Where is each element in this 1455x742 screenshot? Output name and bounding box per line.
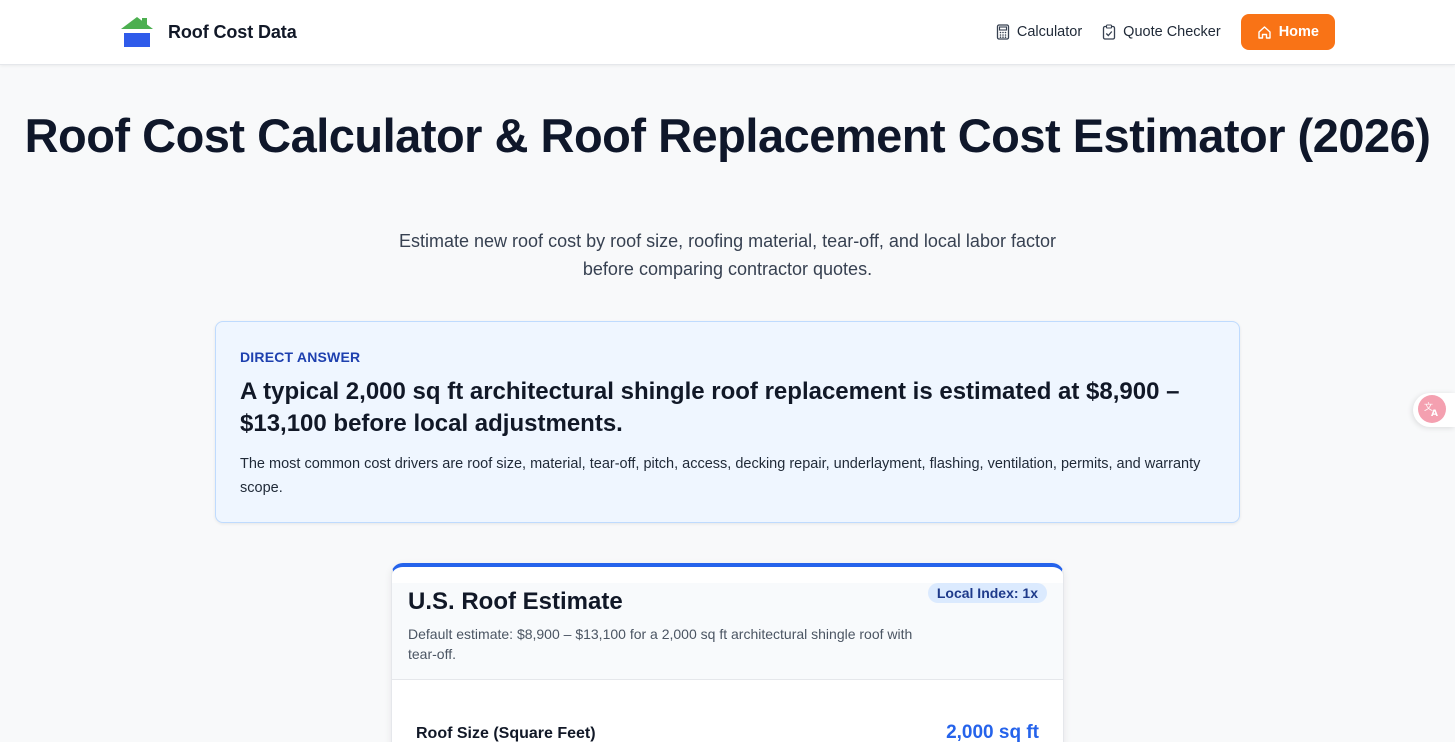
site-header: Roof Cost Data Calculator Quote Checker <box>0 0 1455 65</box>
direct-answer-box: DIRECT ANSWER A typical 2,000 sq ft arch… <box>215 321 1240 523</box>
home-button-label: Home <box>1278 24 1319 40</box>
main-nav: Calculator Quote Checker Home <box>996 14 1335 50</box>
brand-link[interactable]: Roof Cost Data <box>120 16 297 48</box>
roof-size-label: Roof Size (Square Feet) <box>416 725 596 742</box>
page-subtitle: Estimate new roof cost by roof size, roo… <box>399 231 1056 279</box>
estimate-card: U.S. Roof Estimate Default estimate: $8,… <box>391 563 1064 742</box>
brand-name: Roof Cost Data <box>168 21 297 42</box>
clipboard-check-icon <box>1103 24 1116 40</box>
direct-answer-eyebrow: DIRECT ANSWER <box>240 349 361 365</box>
svg-text:A: A <box>1431 409 1438 418</box>
estimate-card-description: Default estimate: $8,900 – $13,100 for a… <box>408 626 913 662</box>
home-icon <box>1258 25 1271 39</box>
estimate-card-title: U.S. Roof Estimate <box>408 588 623 615</box>
estimate-card-header: U.S. Roof Estimate Default estimate: $8,… <box>392 583 1063 680</box>
nav-quote-checker[interactable]: Quote Checker <box>1102 24 1221 40</box>
local-index-badge: Local Index: 1x <box>927 583 1047 603</box>
roof-size-value: 2,000 sq ft <box>946 722 1039 742</box>
nav-quote-checker-label: Quote Checker <box>1123 24 1221 40</box>
home-button[interactable]: Home <box>1240 14 1335 50</box>
direct-answer-body: The most common cost drivers are roof si… <box>240 456 1201 496</box>
nav-calculator-label: Calculator <box>1016 24 1083 40</box>
calculator-icon <box>996 24 1010 40</box>
translate-widget[interactable]: 文 A <box>1413 393 1455 427</box>
direct-answer-headline: A typical 2,000 sq ft architectural shin… <box>240 378 1180 437</box>
nav-calculator[interactable]: Calculator <box>996 24 1082 40</box>
house-logo-icon <box>121 17 153 47</box>
page-title: Roof Cost Calculator & Roof Replacement … <box>24 109 1431 162</box>
translate-icon[interactable]: 文 A <box>1418 395 1446 423</box>
